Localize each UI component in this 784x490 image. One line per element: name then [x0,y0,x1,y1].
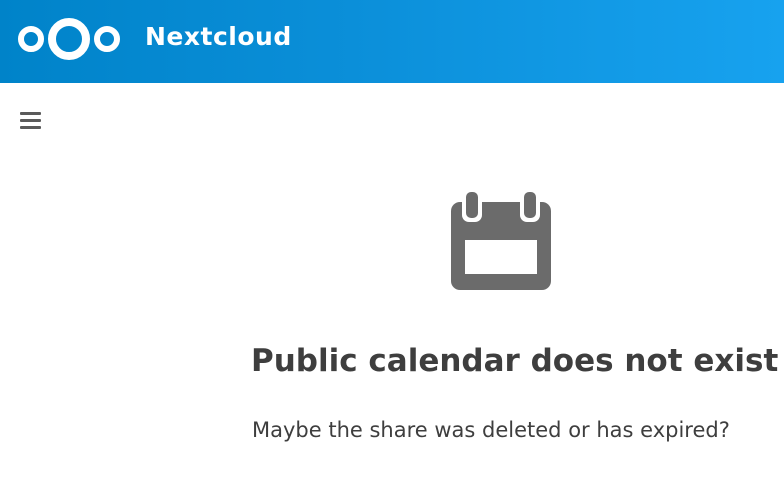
hamburger-menu-icon-middle [20,119,41,122]
navigation-menu-button[interactable] [18,108,44,134]
hamburger-menu-icon [20,112,41,115]
app-header: Nextcloud [0,0,784,83]
hamburger-menu-icon-bottom [20,126,41,129]
calendar-icon [451,190,551,290]
nextcloud-logo-icon[interactable] [15,14,125,64]
app-name[interactable]: Nextcloud [145,22,292,51]
empty-state-title: Public calendar does not exist [251,343,779,379]
empty-state-message: Maybe the share was deleted or has expir… [252,418,730,442]
